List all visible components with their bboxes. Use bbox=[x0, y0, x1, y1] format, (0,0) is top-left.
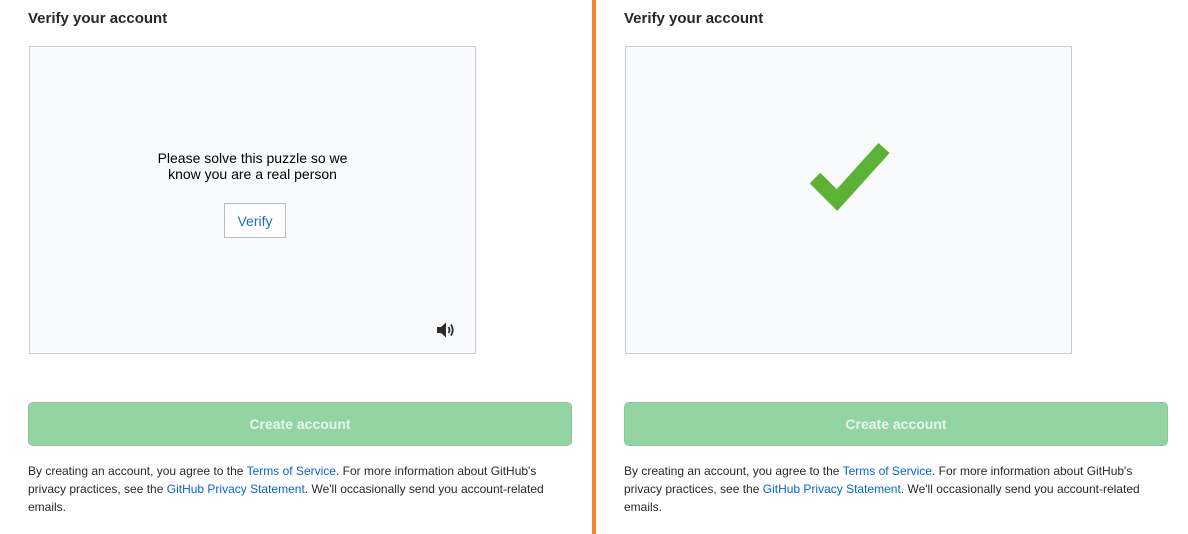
terms-of-service-link[interactable]: Terms of Service bbox=[843, 464, 932, 478]
create-account-button[interactable]: Create account bbox=[624, 402, 1168, 446]
legal-prefix: By creating an account, you agree to the bbox=[28, 464, 247, 478]
captcha-frame: Please solve this puzzle so we know you … bbox=[29, 46, 476, 354]
legal-text: By creating an account, you agree to the… bbox=[624, 462, 1154, 516]
verify-button[interactable]: Verify bbox=[224, 203, 286, 238]
captcha-frame bbox=[625, 46, 1072, 354]
speaker-icon[interactable] bbox=[435, 320, 457, 340]
privacy-statement-link[interactable]: GitHub Privacy Statement bbox=[167, 482, 305, 496]
page-title: Verify your account bbox=[28, 10, 168, 27]
comparison-divider bbox=[592, 0, 596, 534]
left-panel: Verify your account Please solve this pu… bbox=[28, 0, 573, 534]
right-panel: Verify your account Create account By cr… bbox=[624, 0, 1169, 534]
terms-of-service-link[interactable]: Terms of Service bbox=[247, 464, 336, 478]
legal-prefix: By creating an account, you agree to the bbox=[624, 464, 843, 478]
checkmark-icon bbox=[810, 142, 890, 211]
privacy-statement-link[interactable]: GitHub Privacy Statement bbox=[763, 482, 901, 496]
captcha-prompt: Please solve this puzzle so we know you … bbox=[157, 150, 348, 182]
legal-text: By creating an account, you agree to the… bbox=[28, 462, 558, 516]
create-account-button[interactable]: Create account bbox=[28, 402, 572, 446]
page-title: Verify your account bbox=[624, 10, 764, 27]
